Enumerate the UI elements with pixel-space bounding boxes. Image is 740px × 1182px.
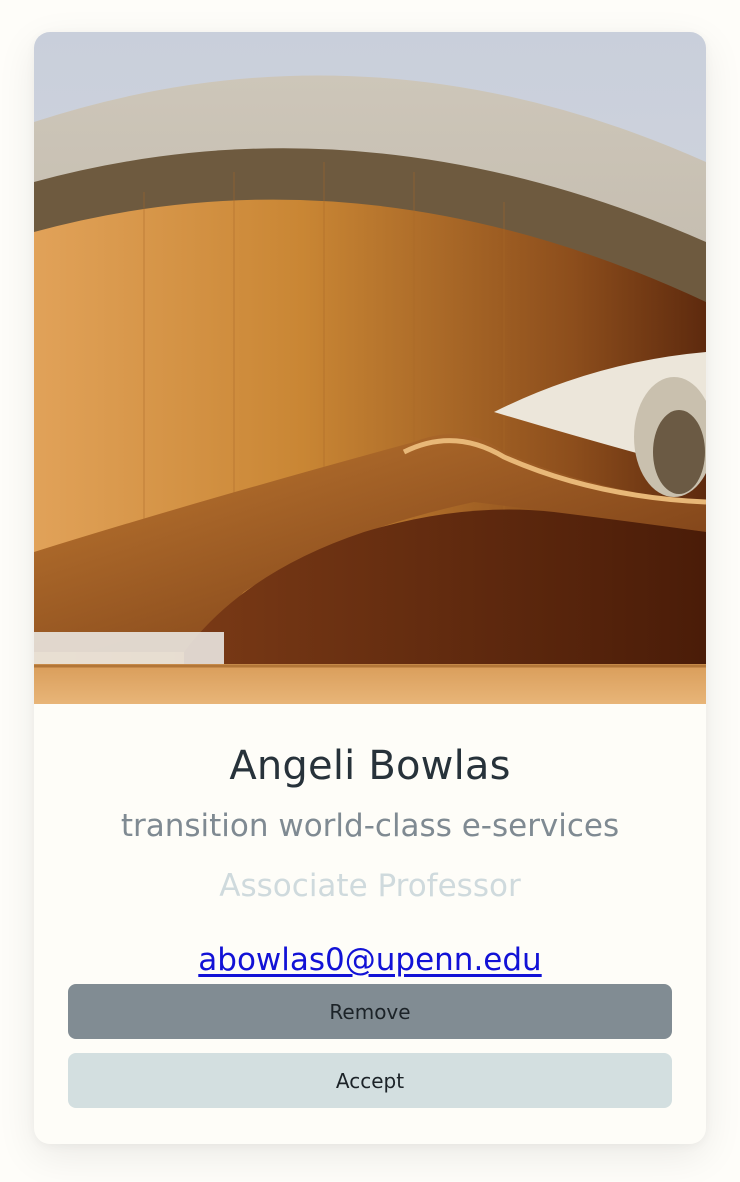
profile-photo xyxy=(34,32,706,704)
profile-card: Angeli Bowlas transition world-class e-s… xyxy=(34,32,706,1144)
email-link[interactable]: abowlas0@upenn.edu xyxy=(198,942,541,978)
profile-tagline: transition world-class e-services xyxy=(120,808,620,844)
remove-button[interactable]: Remove xyxy=(68,984,672,1039)
profile-name: Angeli Bowlas xyxy=(229,743,511,789)
email-row: abowlas0@upenn.edu xyxy=(34,938,706,982)
accept-button[interactable]: Accept xyxy=(68,1053,672,1108)
profile-role: Associate Professor xyxy=(219,868,521,904)
